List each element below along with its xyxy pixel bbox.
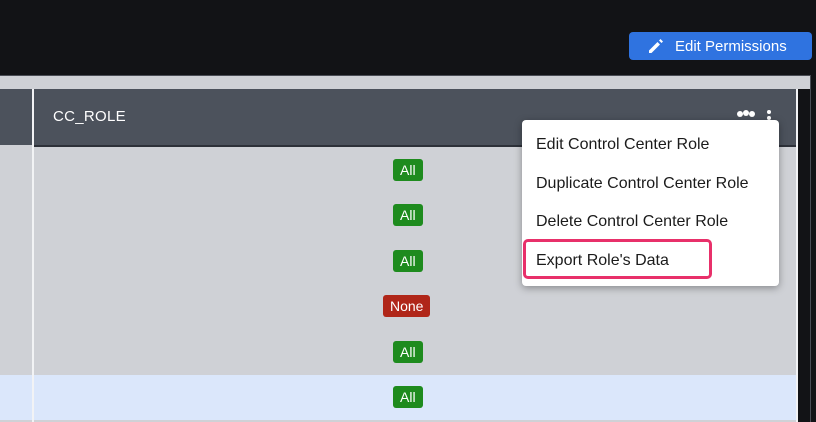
status-badge: None [383,295,431,318]
table-row[interactable]: None [0,284,796,330]
left-column-header [0,89,32,145]
menu-item-edit-role[interactable]: Edit Control Center Role [536,136,709,154]
table-row[interactable]: All [0,374,796,420]
menu-item-delete-role[interactable]: Delete Control Center Role [536,213,728,231]
status-badge: All [393,204,423,227]
menu-item-duplicate-role[interactable]: Duplicate Control Center Role [536,175,749,193]
right-edge [796,89,810,422]
edit-permissions-label: Edit Permissions [675,37,787,55]
pencil-icon [647,37,665,55]
column-header-title: CC_ROLE [53,108,126,125]
status-badge: All [393,340,423,363]
status-badge: All [393,386,423,409]
menu-item-export-role-data[interactable]: Export Role's Data [536,252,669,270]
column-divider [32,89,34,422]
edit-permissions-button[interactable]: Edit Permissions [629,32,812,60]
status-badge: All [393,158,423,181]
table-row[interactable]: All [0,329,796,375]
right-edge-line [796,89,798,422]
context-menu: Edit Control Center Role Duplicate Contr… [522,120,779,286]
status-badge: All [393,249,423,272]
